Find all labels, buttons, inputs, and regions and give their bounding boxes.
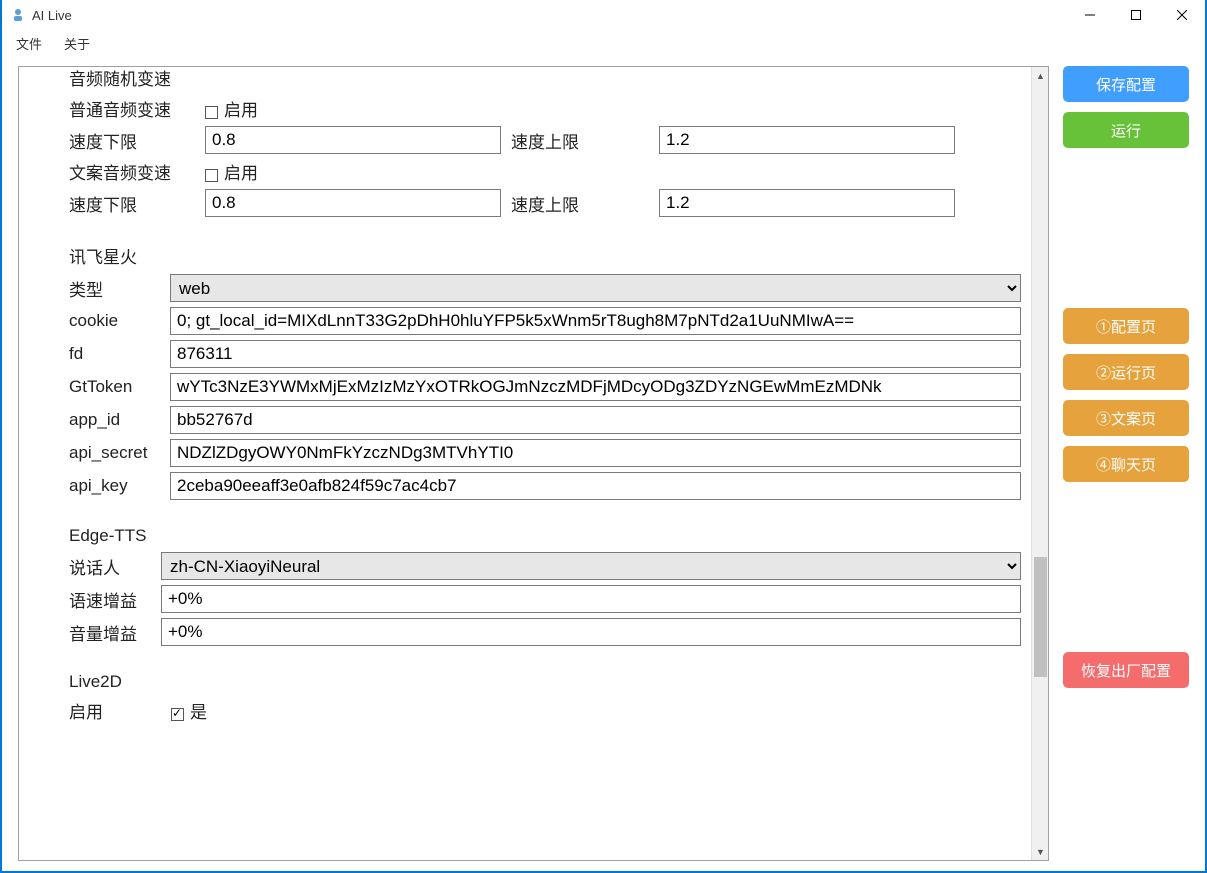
xfyun-appid-input[interactable]: [170, 406, 1021, 434]
xfyun-apikey-label: api_key: [69, 476, 164, 496]
close-button[interactable]: [1159, 0, 1205, 30]
xfyun-fd-input[interactable]: [170, 340, 1021, 368]
xfyun-gttoken-label: GtToken: [69, 377, 164, 397]
normal-speed-lower-label: 速度下限: [69, 128, 199, 153]
config-page-button[interactable]: ①配置页: [1063, 308, 1189, 344]
section-live2d-title: Live2D: [69, 672, 1021, 692]
scrollbar-thumb[interactable]: [1034, 557, 1047, 677]
run-button[interactable]: 运行: [1063, 112, 1189, 148]
edgetts-rate-label: 语速增益: [69, 587, 155, 612]
spacer: [1063, 158, 1189, 298]
scrollbar-up-icon[interactable]: ▲: [1032, 67, 1049, 84]
main-panel: 音频随机变速 普通音频变速 启用 速度下限 速度上限 文案音频变速 启用 速度下…: [18, 66, 1049, 861]
menubar: 文件 关于: [2, 30, 1205, 56]
xfyun-type-label: 类型: [69, 276, 164, 301]
live2d-enable-label: 启用: [69, 698, 165, 723]
edgetts-speaker-select[interactable]: zh-CN-XiaoyiNeural: [161, 552, 1021, 580]
normal-audio-label: 普通音频变速: [69, 96, 199, 121]
live2d-yes-label: 是: [190, 703, 207, 722]
factory-reset-button[interactable]: 恢复出厂配置: [1063, 652, 1189, 688]
titlebar: AI Live: [2, 0, 1205, 30]
xfyun-apisecret-label: api_secret: [69, 443, 164, 463]
normal-speed-lower-input[interactable]: [205, 126, 501, 154]
window-controls: [1067, 0, 1205, 30]
enable-label: 启用: [224, 101, 258, 120]
copy-speed-lower-label: 速度下限: [69, 191, 199, 216]
menu-file[interactable]: 文件: [10, 32, 48, 55]
copy-page-button[interactable]: ③文案页: [1063, 400, 1189, 436]
sidebar: 保存配置 运行 ①配置页 ②运行页 ③文案页 ④聊天页 恢复出厂配置: [1063, 66, 1189, 861]
window-title: AI Live: [32, 8, 72, 23]
edgetts-volume-label: 音量增益: [69, 620, 155, 645]
app-window: AI Live 文件 关于 音频随机变速 普通音频变速 启用: [0, 0, 1207, 873]
scroll-content: 音频随机变速 普通音频变速 启用 速度下限 速度上限 文案音频变速 启用 速度下…: [19, 67, 1031, 860]
section-audio-title: 音频随机变速: [69, 67, 1021, 90]
edgetts-speaker-label: 说话人: [69, 554, 155, 579]
spacer: [1063, 492, 1189, 642]
section-xfyun-title: 讯飞星火: [69, 243, 1021, 268]
chat-page-button[interactable]: ④聊天页: [1063, 446, 1189, 482]
xfyun-cookie-label: cookie: [69, 311, 164, 331]
maximize-button[interactable]: [1113, 0, 1159, 30]
xfyun-gttoken-input[interactable]: [170, 373, 1021, 401]
edgetts-rate-input[interactable]: [161, 585, 1021, 613]
xfyun-apikey-input[interactable]: [170, 472, 1021, 500]
normal-speed-upper-label: 速度上限: [507, 128, 653, 153]
enable-label-2: 启用: [224, 164, 258, 183]
xfyun-fd-label: fd: [69, 344, 164, 364]
menu-about[interactable]: 关于: [58, 32, 96, 55]
normal-audio-enable-checkbox[interactable]: 启用: [205, 96, 258, 121]
scrollbar-down-icon[interactable]: ▼: [1032, 843, 1049, 860]
body-area: 音频随机变速 普通音频变速 启用 速度下限 速度上限 文案音频变速 启用 速度下…: [2, 56, 1205, 871]
normal-speed-upper-input[interactable]: [659, 126, 955, 154]
xfyun-type-select[interactable]: web: [170, 274, 1021, 302]
copy-audio-label: 文案音频变速: [69, 159, 199, 184]
xfyun-apisecret-input[interactable]: [170, 439, 1021, 467]
copy-audio-enable-checkbox[interactable]: 启用: [205, 159, 258, 184]
copy-speed-lower-input[interactable]: [205, 189, 501, 217]
run-page-button[interactable]: ②运行页: [1063, 354, 1189, 390]
scrollbar[interactable]: ▲ ▼: [1031, 67, 1048, 860]
section-edgetts-title: Edge-TTS: [69, 526, 1021, 546]
xfyun-appid-label: app_id: [69, 410, 164, 430]
copy-speed-upper-label: 速度上限: [507, 191, 653, 216]
xfyun-cookie-input[interactable]: [170, 307, 1021, 335]
edgetts-volume-input[interactable]: [161, 618, 1021, 646]
minimize-button[interactable]: [1067, 0, 1113, 30]
app-icon: [10, 7, 26, 23]
save-config-button[interactable]: 保存配置: [1063, 66, 1189, 102]
copy-speed-upper-input[interactable]: [659, 189, 955, 217]
live2d-enable-checkbox[interactable]: 是: [171, 698, 207, 723]
